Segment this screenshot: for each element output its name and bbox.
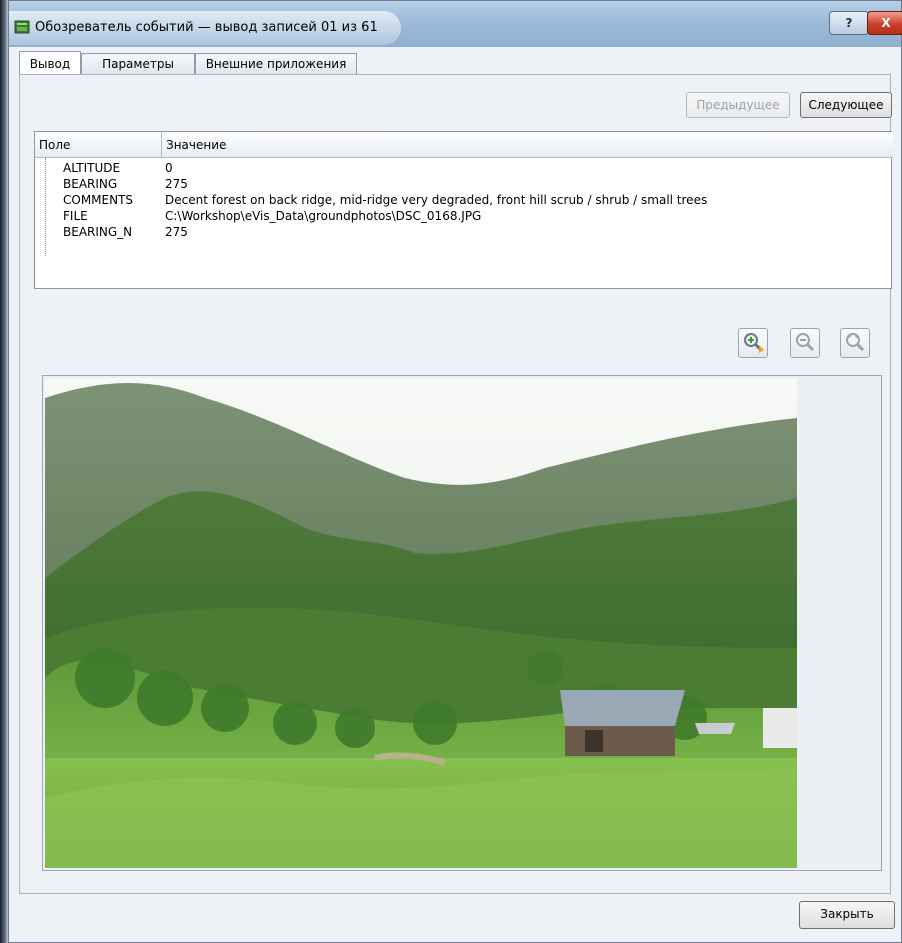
window-close-button[interactable]: X	[867, 11, 902, 35]
table-row[interactable]: ALTITUDE 0	[35, 160, 891, 176]
window-title: Обозреватель событий — вывод записей 01 …	[35, 20, 378, 35]
field-value: C:\Workshop\eVis_Data\groundphotos\DSC_0…	[165, 209, 482, 223]
table-row[interactable]: BEARING 275	[35, 176, 891, 192]
zoom-full-button[interactable]	[840, 328, 870, 358]
zoom-full-icon	[846, 333, 865, 352]
table-row[interactable]: FILE C:\Workshop\eVis_Data\groundphotos\…	[35, 208, 891, 224]
column-header-value[interactable]: Значение	[162, 132, 893, 158]
table-row[interactable]: COMMENTS Decent forest on back ridge, mi…	[35, 192, 891, 208]
field-name: ALTITUDE	[63, 161, 121, 175]
field-name: BEARING_N	[63, 225, 133, 239]
column-header-field[interactable]: Поле	[35, 132, 162, 158]
zoom-out-icon	[796, 333, 815, 352]
zoom-in-button[interactable]	[738, 328, 768, 358]
app-icon	[14, 20, 30, 34]
close-dialog-button[interactable]: Закрыть	[799, 901, 895, 929]
ground-photo	[45, 378, 797, 868]
tab-settings[interactable]: Параметры	[81, 53, 195, 75]
field-name: COMMENTS	[63, 193, 134, 207]
field-value: 275	[165, 177, 188, 191]
table-row[interactable]: BEARING_N 275	[35, 224, 891, 240]
attribute-table: Поле Значение ALTITUDE 0 BEARING 275 COM…	[34, 131, 893, 289]
hut	[560, 690, 685, 756]
field-name: BEARING	[63, 177, 118, 191]
field-value: 275	[165, 225, 188, 239]
field-value: 0	[165, 161, 173, 175]
desktop-edge	[0, 0, 8, 943]
tab-output[interactable]: Вывод	[19, 51, 81, 74]
event-browser-window: Обозреватель событий — вывод записей 01 …	[8, 0, 902, 943]
image-viewer[interactable]	[42, 375, 882, 871]
next-button[interactable]: Следующее	[800, 92, 892, 118]
tab-external-apps[interactable]: Внешние приложения	[195, 53, 357, 75]
help-button[interactable]: ?	[829, 11, 869, 35]
previous-button[interactable]: Предыдущее	[686, 92, 790, 118]
field-value: Decent forest on back ridge, mid-ridge v…	[165, 193, 708, 207]
zoom-in-icon	[744, 333, 764, 353]
field-name: FILE	[63, 209, 88, 223]
zoom-out-button[interactable]	[790, 328, 820, 358]
output-tab-pane: Предыдущее Следующее Поле Значение ALTIT…	[19, 74, 893, 894]
title-bar: Обозреватель событий — вывод записей 01 …	[9, 1, 902, 47]
